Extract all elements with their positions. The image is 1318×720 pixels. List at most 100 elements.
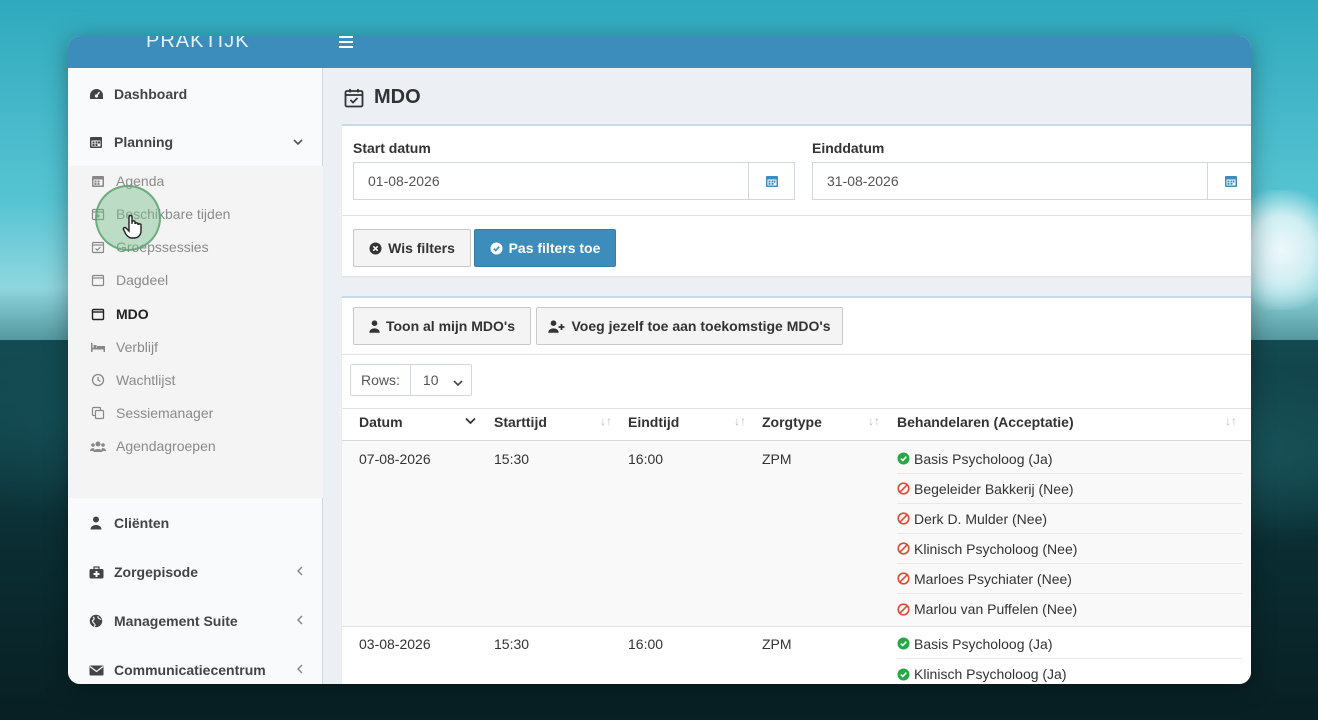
hand-cursor-icon	[122, 214, 144, 243]
behandelaar-name: Klinisch Psycholoog (Nee)	[914, 540, 1078, 557]
sidebar-subitem-wachtlijst[interactable]: Wachtlijst	[68, 365, 323, 395]
behandelaar-name: Basis Psycholoog (Ja)	[914, 450, 1053, 467]
medkit-icon	[88, 565, 104, 579]
chevron-left-icon	[296, 565, 303, 579]
column-header-label: Zorgtype	[762, 414, 822, 430]
filter-box: Start datum 01-08-2026 Einddatum 31-08-2…	[342, 124, 1251, 276]
divider	[342, 626, 1251, 627]
sort-icon: ↓↑	[600, 414, 612, 428]
calendar-empty-icon	[90, 273, 106, 287]
hamburger-menu-icon[interactable]	[339, 36, 353, 50]
sort-desc-icon	[465, 414, 476, 428]
bed-icon	[90, 341, 106, 353]
clock-icon	[90, 373, 106, 387]
sidebar: Dashboard Planning Agenda Beschikbare ti…	[68, 68, 323, 684]
join-future-mdos-label: Voeg jezelf toe aan toekomstige MDO's	[571, 318, 831, 334]
column-header-eindtijd[interactable]: Eindtijd ↓↑	[628, 414, 748, 430]
check-circle-icon	[897, 452, 910, 465]
calendar-grid-icon	[90, 174, 106, 188]
sidebar-subitem-agendagroepen[interactable]: Agendagroepen	[68, 431, 323, 461]
column-header-behandelaren[interactable]: Behandelaren (Acceptatie) ↓↑	[897, 414, 1242, 430]
calendar-picker-icon[interactable]	[748, 163, 794, 199]
sidebar-subitem-label: MDO	[116, 306, 149, 322]
column-header-label: Datum	[359, 414, 403, 430]
sidebar-item-label: Zorgepisode	[114, 564, 199, 580]
chevron-down-icon	[453, 374, 463, 390]
column-header-label: Starttijd	[494, 414, 547, 430]
dashboard-icon	[88, 88, 104, 101]
copy-icon	[90, 406, 106, 420]
rows-value: 10	[422, 372, 439, 388]
cell-eindtijd: 16:00	[628, 636, 664, 652]
behandelaar-name: Marlou van Puffelen (Nee)	[914, 601, 1078, 617]
sidebar-item-planning[interactable]: Planning	[68, 122, 323, 162]
sidebar-item-clienten[interactable]: Cliënten	[68, 503, 323, 543]
start-date-input[interactable]: 01-08-2026	[353, 162, 795, 200]
sidebar-item-communicatiecentrum[interactable]: Communicatiecentrum	[68, 650, 323, 684]
behandelaar-item: Marlou van Puffelen (Nee)	[897, 594, 1242, 624]
calendar-icon	[88, 135, 104, 149]
end-date-input[interactable]: 31-08-2026	[812, 162, 1251, 200]
column-header-zorgtype[interactable]: Zorgtype ↓↑	[762, 414, 882, 430]
behandelaar-name: Begeleider Bakkerij (Nee)	[914, 480, 1074, 497]
sidebar-item-zorgepisode[interactable]: Zorgepisode	[68, 552, 323, 592]
user-icon	[369, 319, 380, 333]
behandelaar-item: Klinisch Psycholoog (Ja)	[897, 659, 1242, 684]
rows-per-page-select[interactable]: 10	[411, 365, 471, 395]
column-header-label: Behandelaren (Acceptatie)	[897, 414, 1074, 430]
divider	[342, 215, 1251, 216]
apply-filters-label: Pas filters toe	[508, 240, 601, 256]
start-date-label: Start datum	[353, 140, 431, 156]
divider	[342, 354, 1251, 355]
sidebar-item-label: Dashboard	[114, 86, 188, 102]
check-circle-icon	[490, 242, 503, 255]
check-circle-icon	[897, 668, 910, 681]
sidebar-item-management-suite[interactable]: Management Suite	[68, 601, 323, 641]
divider	[342, 408, 1251, 409]
apply-filters-button[interactable]: Pas filters toe	[474, 229, 616, 267]
sidebar-subitem-verblijf[interactable]: Verblijf	[68, 332, 323, 362]
sidebar-item-label: Planning	[114, 134, 174, 150]
clear-filters-button[interactable]: Wis filters	[353, 229, 471, 267]
behandelaar-name: Klinisch Psycholoog (Ja)	[914, 666, 1067, 682]
sidebar-subitem-label: Wachtlijst	[116, 372, 176, 388]
calendar-picker-icon[interactable]	[1207, 163, 1251, 199]
sidebar-subitem-label: Sessiemanager	[116, 405, 214, 421]
calendar-check-icon	[344, 88, 364, 108]
behandelaar-item: Klinisch Psycholoog (Nee)	[897, 534, 1242, 564]
ban-icon	[897, 602, 910, 616]
page-title: MDO	[344, 86, 421, 109]
sidebar-subitem-sessiemanager[interactable]: Sessiemanager	[68, 398, 323, 428]
behandelaar-name: Marloes Psychiater (Nee)	[914, 570, 1072, 587]
cell-starttijd: 15:30	[494, 636, 530, 652]
brand-logo-text[interactable]: PRAKTIJK	[146, 36, 250, 53]
behandelaar-item: Basis Psycholoog (Ja)	[897, 629, 1242, 659]
cell-datum: 03-08-2026	[359, 636, 431, 652]
behandelaar-item: Basis Psycholoog (Ja)	[897, 444, 1242, 474]
cell-zorgtype: ZPM	[762, 636, 792, 652]
ban-icon	[897, 482, 910, 495]
end-date-label: Einddatum	[812, 140, 885, 156]
show-my-mdos-button[interactable]: Toon al mijn MDO's	[353, 307, 531, 345]
times-circle-icon	[369, 242, 382, 255]
behandelaar-name: Basis Psycholoog (Ja)	[914, 635, 1053, 652]
cell-zorgtype: ZPM	[762, 451, 792, 467]
column-header-starttijd[interactable]: Starttijd ↓↑	[494, 414, 614, 430]
sidebar-item-dashboard[interactable]: Dashboard	[68, 74, 323, 114]
sidebar-subitem-label: Verblijf	[116, 339, 159, 355]
sidebar-subitem-mdo[interactable]: MDO	[68, 299, 323, 329]
user-plus-icon	[548, 319, 565, 333]
user-icon	[88, 516, 104, 530]
users-icon	[90, 440, 106, 453]
sidebar-subitem-dagdeel[interactable]: Dagdeel	[68, 265, 323, 295]
behandelaar-item: Marloes Psychiater (Nee)	[897, 564, 1242, 594]
main-content: MDO Start datum 01-08-2026 Einddatum 31-…	[324, 68, 1251, 684]
join-future-mdos-button[interactable]: Voeg jezelf toe aan toekomstige MDO's	[536, 307, 843, 345]
envelope-icon	[88, 665, 104, 676]
sort-icon: ↓↑	[1225, 414, 1237, 428]
cell-datum: 07-08-2026	[359, 451, 431, 467]
chevron-left-icon	[296, 663, 303, 677]
check-circle-icon	[897, 637, 910, 650]
calendar-check-icon	[90, 240, 106, 254]
column-header-datum[interactable]: Datum	[359, 414, 479, 430]
